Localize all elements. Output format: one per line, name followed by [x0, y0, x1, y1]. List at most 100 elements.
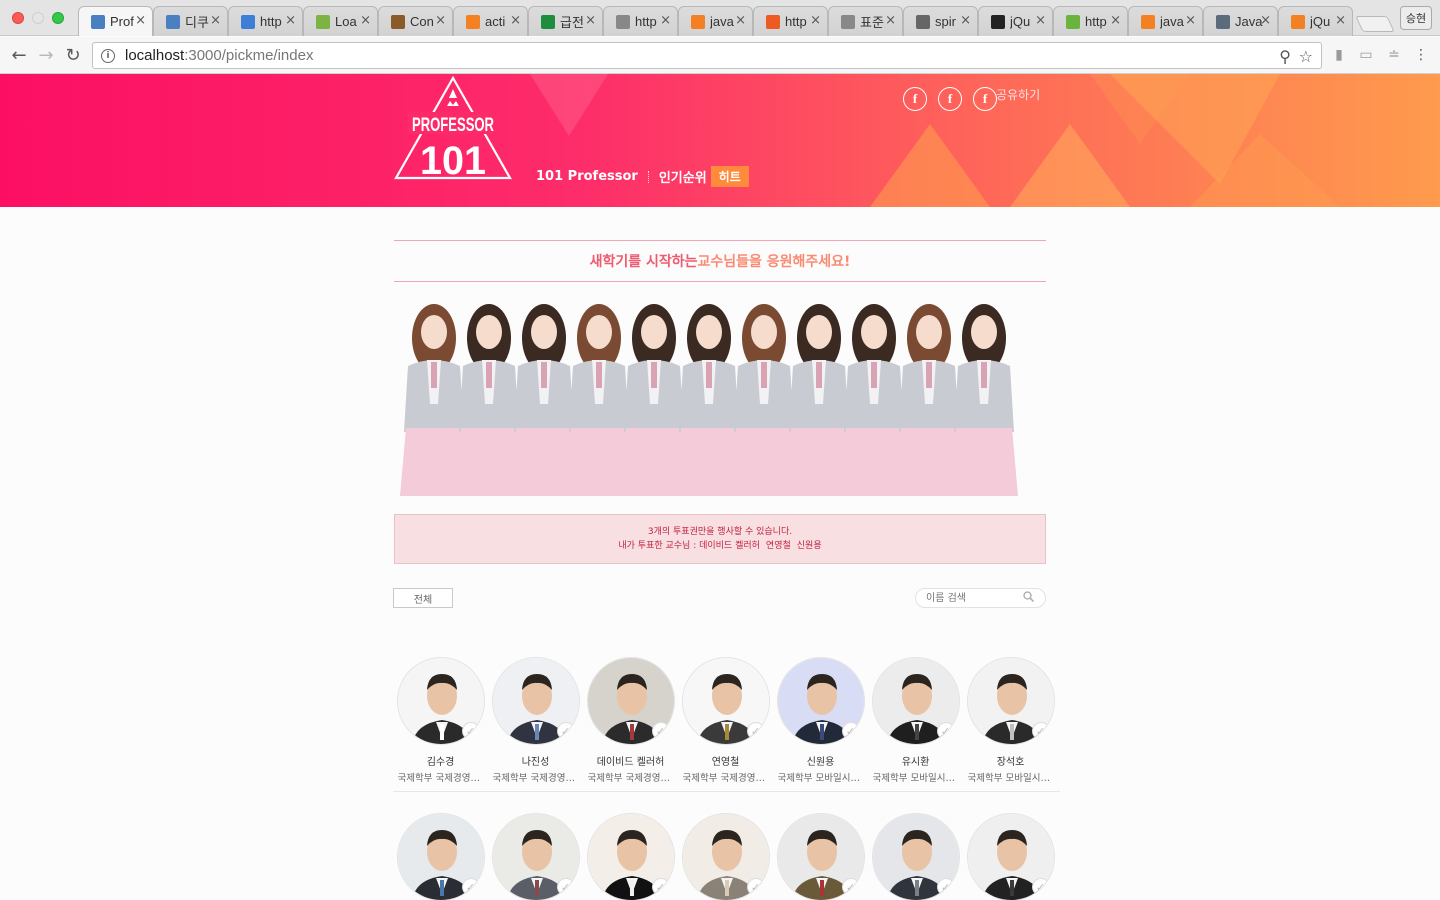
browser-tab[interactable]: java × [1128, 6, 1203, 36]
tab-close-icon[interactable]: × [735, 13, 746, 28]
address-bar[interactable]: i localhost:3000/pickme/index ⚲ ☆ [92, 42, 1322, 69]
browser-tab[interactable]: jQu × [1278, 6, 1353, 36]
tab-close-icon[interactable]: × [1185, 13, 1196, 28]
professor-avatar[interactable]: ✓ [776, 657, 865, 745]
professor-avatar[interactable]: ✓ [586, 657, 675, 745]
reload-icon[interactable]: ↻ [62, 44, 84, 66]
tab-close-icon[interactable]: × [510, 13, 521, 28]
info-icon[interactable]: i [101, 48, 115, 63]
professor-avatar[interactable]: ✓ [491, 657, 580, 745]
nav-101-professor[interactable]: 101 Professor [536, 169, 638, 184]
browser-tab[interactable]: Java × [1203, 6, 1278, 36]
professor-card[interactable]: ✓ 연영철 국제학부 국제경영학과 [678, 657, 773, 784]
new-tab-button[interactable] [1355, 16, 1395, 32]
tab-close-icon[interactable]: × [210, 13, 221, 28]
browser-tab[interactable]: jQu × [978, 6, 1053, 36]
tab-close-icon[interactable]: × [585, 13, 596, 28]
professor-card[interactable]: ✓ 신원용국제학부 모바일시스템공학과 [773, 657, 868, 784]
tab-close-icon[interactable]: × [360, 13, 371, 28]
vote-check-icon[interactable]: ✓ [556, 722, 575, 740]
browser-tab[interactable]: Prof × [78, 6, 153, 36]
share-label[interactable]: 공유하기 [996, 86, 1040, 103]
tab-close-icon[interactable]: × [285, 13, 296, 28]
extension-bars-icon[interactable]: ▮ [1331, 47, 1347, 63]
search-icon[interactable] [1022, 590, 1036, 604]
browser-tab[interactable]: http × [753, 6, 828, 36]
vote-check-icon[interactable]: ✓ [651, 722, 670, 740]
profile-button[interactable]: 승현 [1400, 6, 1432, 30]
extension-cast-icon[interactable]: ▭ [1358, 47, 1374, 63]
filter-all-button[interactable]: 전체 [393, 588, 453, 608]
vote-check-icon[interactable]: ✓ [1031, 722, 1050, 740]
tab-close-icon[interactable]: × [960, 13, 971, 28]
facebook-icon[interactable]: f [903, 87, 927, 111]
menu-dots-icon[interactable]: ⋮ [1413, 47, 1429, 63]
forward-arrow-icon[interactable]: → [35, 44, 57, 66]
browser-tab[interactable]: spir × [903, 6, 978, 36]
professor-card[interactable]: ✓ 장석호국제학부 모바일시스템공학과 [963, 657, 1058, 784]
vote-check-icon[interactable]: ✓ [936, 878, 955, 896]
professor-card[interactable]: ✓ [583, 813, 678, 900]
professor-card[interactable]: ✓ 유시환국제학부 모바일시스템공학과 [868, 657, 963, 784]
facebook-icon[interactable]: f [938, 87, 962, 111]
tab-close-icon[interactable]: × [660, 13, 671, 28]
zoom-icon[interactable]: ⚲ [1279, 47, 1291, 66]
vote-check-icon[interactable]: ✓ [746, 722, 765, 740]
vote-check-icon[interactable]: ✓ [841, 722, 860, 740]
tab-close-icon[interactable]: × [885, 13, 896, 28]
facebook-icon[interactable]: f [973, 87, 997, 111]
professor-avatar[interactable]: ✓ [966, 657, 1055, 745]
nav-ranking[interactable]: 인기순위 [659, 167, 707, 186]
vote-check-icon[interactable]: ✓ [1031, 878, 1050, 896]
vote-check-icon[interactable]: ✓ [461, 878, 480, 896]
browser-tab[interactable]: 급전 × [528, 6, 603, 36]
tab-close-icon[interactable]: × [135, 13, 146, 28]
professor-card[interactable]: ✓ [393, 813, 488, 900]
professor-card[interactable]: ✓ [963, 813, 1058, 900]
professor-card[interactable]: ✓ [488, 813, 583, 900]
professor-avatar[interactable]: ✓ [966, 813, 1055, 900]
professor-card[interactable]: ✓ 나진성 국제학부 국제경영학과 [488, 657, 583, 784]
professor-avatar[interactable]: ✓ [586, 813, 675, 900]
browser-tab[interactable]: java × [678, 6, 753, 36]
url-text[interactable]: localhost:3000/pickme/index [125, 47, 313, 64]
professor-card[interactable]: ✓ 데이비드 켈러허 국제학부 국제경영학과 [583, 657, 678, 784]
close-window-button[interactable] [12, 12, 24, 24]
professor-avatar[interactable]: ✓ [491, 813, 580, 900]
professor-card[interactable]: ✓ [868, 813, 963, 900]
tab-close-icon[interactable]: × [1335, 13, 1346, 28]
browser-tab[interactable]: 디쿠 × [153, 6, 228, 36]
tab-close-icon[interactable]: × [1110, 13, 1121, 28]
professor-avatar[interactable]: ✓ [396, 657, 485, 745]
back-arrow-icon[interactable]: ← [8, 44, 30, 66]
vote-check-icon[interactable]: ✓ [841, 878, 860, 896]
browser-tab[interactable]: Con × [378, 6, 453, 36]
professor-card[interactable]: ✓ [773, 813, 868, 900]
minimize-window-button[interactable] [32, 12, 44, 24]
bookmark-star-icon[interactable]: ☆ [1299, 47, 1313, 66]
browser-tab[interactable]: http × [603, 6, 678, 36]
tab-close-icon[interactable]: × [1035, 13, 1046, 28]
extension-wifi-icon[interactable]: ≐ [1386, 47, 1402, 63]
vote-check-icon[interactable]: ✓ [461, 722, 480, 740]
professor-avatar[interactable]: ✓ [681, 813, 770, 900]
tab-close-icon[interactable]: × [810, 13, 821, 28]
hot-badge[interactable]: 히트 [710, 166, 749, 187]
tab-close-icon[interactable]: × [1260, 13, 1271, 28]
maximize-window-button[interactable] [52, 12, 64, 24]
vote-check-icon[interactable]: ✓ [651, 878, 670, 896]
browser-tab[interactable]: 표준 × [828, 6, 903, 36]
professor-avatar[interactable]: ✓ [871, 813, 960, 900]
browser-tab[interactable]: http × [1053, 6, 1128, 36]
professor-avatar[interactable]: ✓ [776, 813, 865, 900]
vote-check-icon[interactable]: ✓ [746, 878, 765, 896]
vote-check-icon[interactable]: ✓ [936, 722, 955, 740]
professor-avatar[interactable]: ✓ [681, 657, 770, 745]
professor-avatar[interactable]: ✓ [871, 657, 960, 745]
tab-close-icon[interactable]: × [435, 13, 446, 28]
browser-tab[interactable]: Loa × [303, 6, 378, 36]
browser-tab[interactable]: http × [228, 6, 303, 36]
browser-tab[interactable]: acti × [453, 6, 528, 36]
professor-card[interactable]: ✓ [678, 813, 773, 900]
professor-avatar[interactable]: ✓ [396, 813, 485, 900]
